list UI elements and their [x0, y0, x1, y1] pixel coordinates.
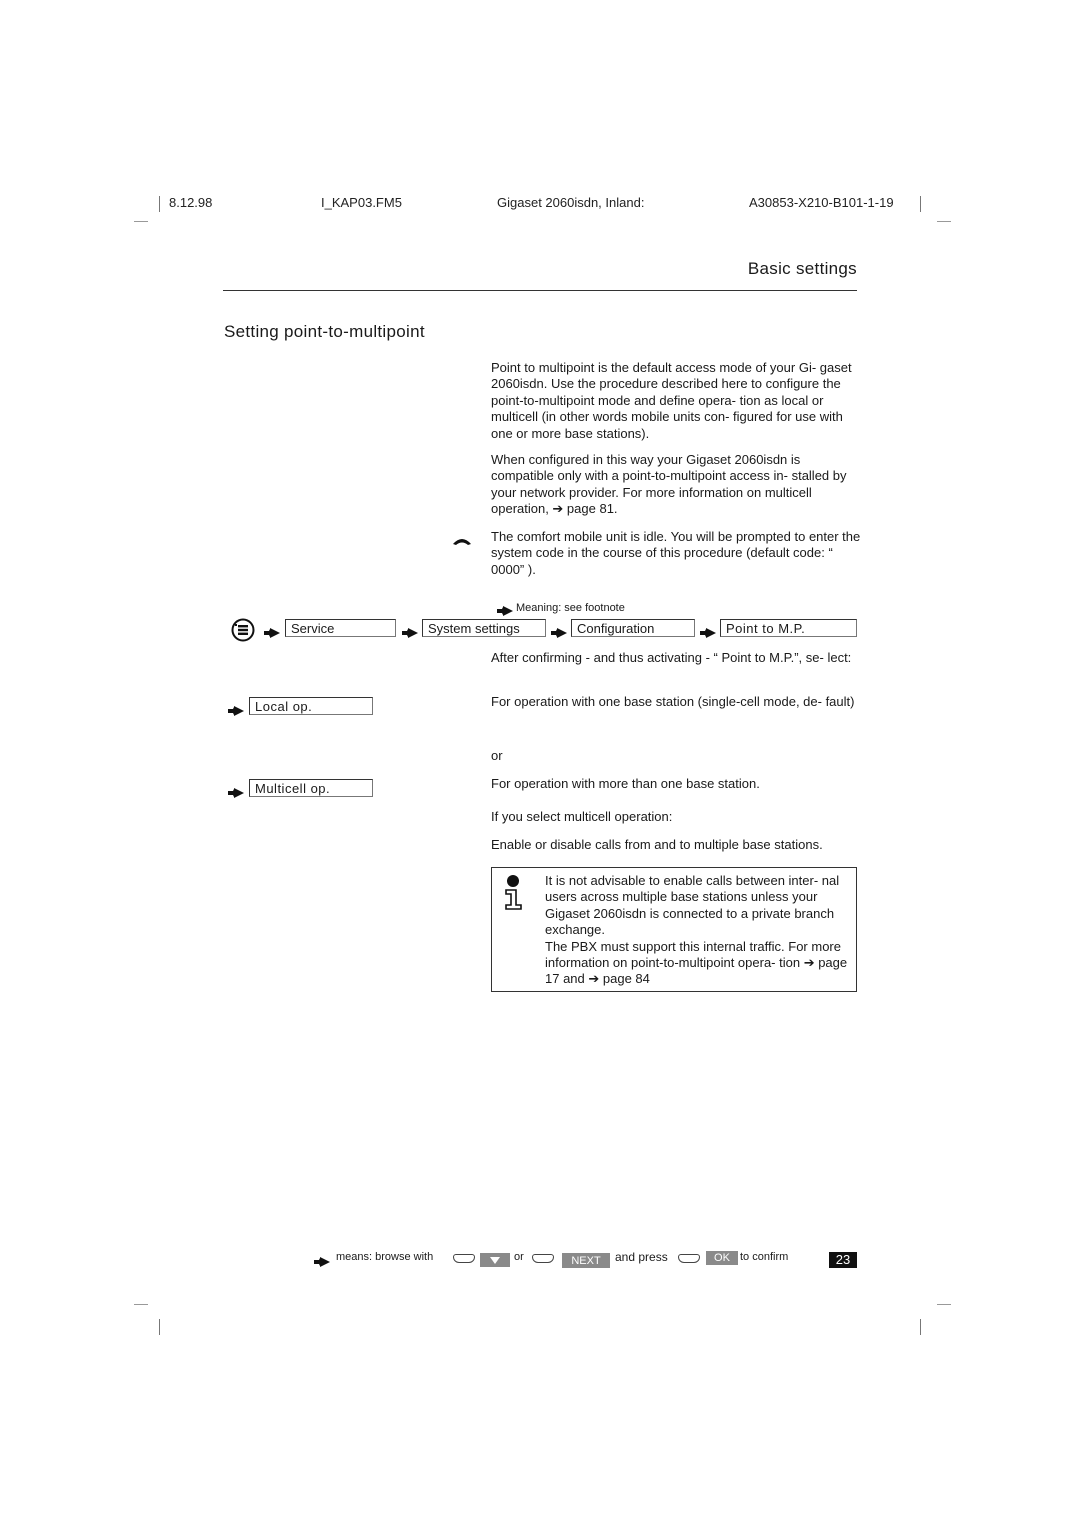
crop-mark [920, 196, 921, 212]
down-arrow-key-icon [480, 1253, 510, 1267]
info-note-box: It is not advisable to enable calls betw… [491, 867, 857, 992]
menu-key-icon[interactable] [231, 618, 255, 642]
crop-mark [134, 221, 148, 222]
header-date: 8.12.98 [169, 195, 213, 210]
browse-arrow-icon [227, 785, 245, 798]
softkey-icon [532, 1254, 554, 1263]
footer-to-confirm-text: to confirm [740, 1251, 789, 1263]
option-multicell-op[interactable]: Multicell op. [249, 779, 373, 797]
crop-mark [159, 196, 160, 212]
softkey-icon [678, 1254, 700, 1263]
browse-arrow-icon [314, 1254, 330, 1267]
next-key: NEXT [562, 1253, 610, 1268]
chapter-rule [223, 290, 857, 291]
menu-item-configuration[interactable]: Configuration [571, 619, 695, 637]
info-icon [503, 874, 525, 910]
after-confirm-text: After confirming - and thus activating -… [491, 650, 852, 665]
info-note-line-2: The PBX must support this internal traff… [545, 938, 848, 987]
intro-paragraph-1: Point to multipoint is the default acces… [491, 360, 861, 442]
menu-item-point-to-mp[interactable]: Point to M.P. [720, 619, 857, 637]
option-local-op-description: For operation with one base station (sin… [491, 694, 855, 709]
multicell-description: Enable or disable calls from and to mult… [491, 837, 823, 852]
footer-means-text: means: browse with [336, 1251, 434, 1263]
browse-arrow-icon [401, 625, 419, 638]
browse-arrow-icon [227, 703, 245, 716]
info-note-line-1: It is not advisable to enable calls betw… [545, 873, 840, 938]
option-local-op[interactable]: Local op. [249, 697, 373, 715]
idle-note: The comfort mobile unit is idle. You wil… [491, 529, 861, 577]
info-note-text: It is not advisable to enable calls betw… [545, 873, 855, 988]
softkey-icon [453, 1254, 475, 1263]
intro-paragraph-2: When configured in this way your Gigaset… [491, 452, 861, 518]
handset-idle-icon [452, 533, 472, 545]
browse-arrow-icon [550, 625, 568, 638]
section-title: Setting point-to-multipoint [224, 322, 425, 341]
crop-mark [937, 1304, 951, 1305]
crop-mark [937, 221, 951, 222]
menu-item-system-settings[interactable]: System settings [422, 619, 546, 637]
footer-or-text: or [514, 1251, 524, 1263]
crop-mark [920, 1319, 921, 1335]
intro-text-2: When configured in this way your Gigaset… [491, 452, 847, 517]
page-number: 23 [829, 1252, 857, 1268]
option-multicell-op-description: For operation with more than one base st… [491, 776, 760, 791]
crop-mark [134, 1304, 148, 1305]
header-product: Gigaset 2060isdn, Inland: [497, 195, 645, 210]
chapter-title: Basic settings [747, 259, 857, 278]
browse-arrow-icon [699, 625, 717, 638]
crop-mark [159, 1319, 160, 1335]
browse-arrow-icon [263, 625, 281, 638]
footnote-hint: Meaning: see footnote [516, 602, 625, 614]
header-doc-number: A30853-X210-B101-1-19 [749, 195, 894, 210]
menu-item-service[interactable]: Service [285, 619, 396, 637]
footer-and-press-text: and press [615, 1250, 668, 1264]
browse-arrow-icon [497, 603, 513, 616]
or-text: or [491, 748, 503, 763]
ok-key: OK [706, 1251, 738, 1265]
header-file: I_KAP03.FM5 [321, 195, 402, 210]
multicell-intro: If you select multicell operation: [491, 809, 673, 824]
intro-text-1: Point to multipoint is the default acces… [491, 360, 852, 441]
